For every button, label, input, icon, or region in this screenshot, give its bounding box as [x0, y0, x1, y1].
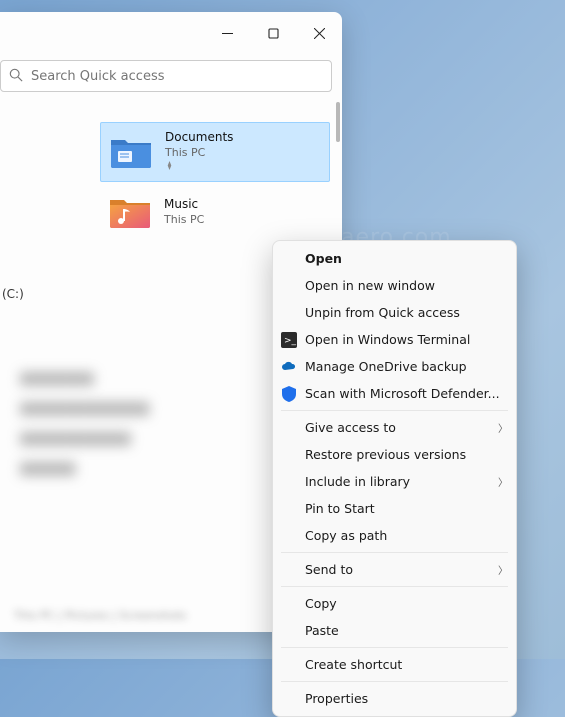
chevron-right-icon: 〉: [498, 562, 508, 577]
menu-defender[interactable]: Scan with Microsoft Defender...: [273, 380, 516, 407]
search-icon: [9, 67, 23, 86]
menu-open-new-window[interactable]: Open in new window: [273, 272, 516, 299]
menu-separator: [281, 586, 508, 587]
context-menu: Open Open in new window Unpin from Quick…: [272, 240, 517, 717]
menu-send-to[interactable]: Send to〉: [273, 556, 516, 583]
menu-properties[interactable]: Properties: [273, 685, 516, 712]
menu-separator: [281, 552, 508, 553]
titlebar: [0, 12, 342, 54]
menu-restore[interactable]: Restore previous versions: [273, 441, 516, 468]
folder-title: Music: [164, 196, 204, 212]
menu-unpin[interactable]: Unpin from Quick access: [273, 299, 516, 326]
menu-give-access[interactable]: Give access to〉: [273, 414, 516, 441]
minimize-button[interactable]: [204, 12, 250, 54]
folder-documents[interactable]: Documents This PC: [100, 122, 330, 182]
chevron-right-icon: 〉: [498, 474, 508, 489]
menu-copy[interactable]: Copy: [273, 590, 516, 617]
status-bar: This PC | Pictures | Screenshots: [14, 609, 187, 622]
search-box[interactable]: [0, 60, 332, 92]
folder-sub: This PC: [164, 213, 204, 228]
folder-music[interactable]: Music This PC: [100, 182, 330, 242]
menu-create-shortcut[interactable]: Create shortcut: [273, 651, 516, 678]
scrollbar[interactable]: [336, 102, 340, 142]
menu-onedrive[interactable]: Manage OneDrive backup: [273, 353, 516, 380]
close-button[interactable]: [296, 12, 342, 54]
folder-text: Documents This PC: [165, 129, 233, 174]
pin-icon: [165, 161, 233, 174]
menu-pin-start[interactable]: Pin to Start: [273, 495, 516, 522]
menu-paste[interactable]: Paste: [273, 617, 516, 644]
folder-icon: [109, 130, 153, 174]
folder-text: Music This PC: [164, 196, 204, 227]
chevron-right-icon: 〉: [498, 420, 508, 435]
terminal-icon: >_: [280, 331, 298, 349]
menu-open[interactable]: Open: [273, 245, 516, 272]
menu-copy-path[interactable]: Copy as path: [273, 522, 516, 549]
shield-icon: [280, 385, 298, 403]
maximize-button[interactable]: [250, 12, 296, 54]
menu-include-library[interactable]: Include in library〉: [273, 468, 516, 495]
menu-terminal[interactable]: >_ Open in Windows Terminal: [273, 326, 516, 353]
svg-text:>_: >_: [284, 336, 297, 346]
menu-separator: [281, 410, 508, 411]
cloud-icon: [280, 358, 298, 376]
folder-title: Documents: [165, 129, 233, 145]
search-input[interactable]: [31, 69, 323, 84]
folder-icon: [108, 190, 152, 234]
search-row: [0, 54, 342, 102]
menu-separator: [281, 681, 508, 682]
folder-sub: This PC: [165, 146, 233, 161]
menu-separator: [281, 647, 508, 648]
